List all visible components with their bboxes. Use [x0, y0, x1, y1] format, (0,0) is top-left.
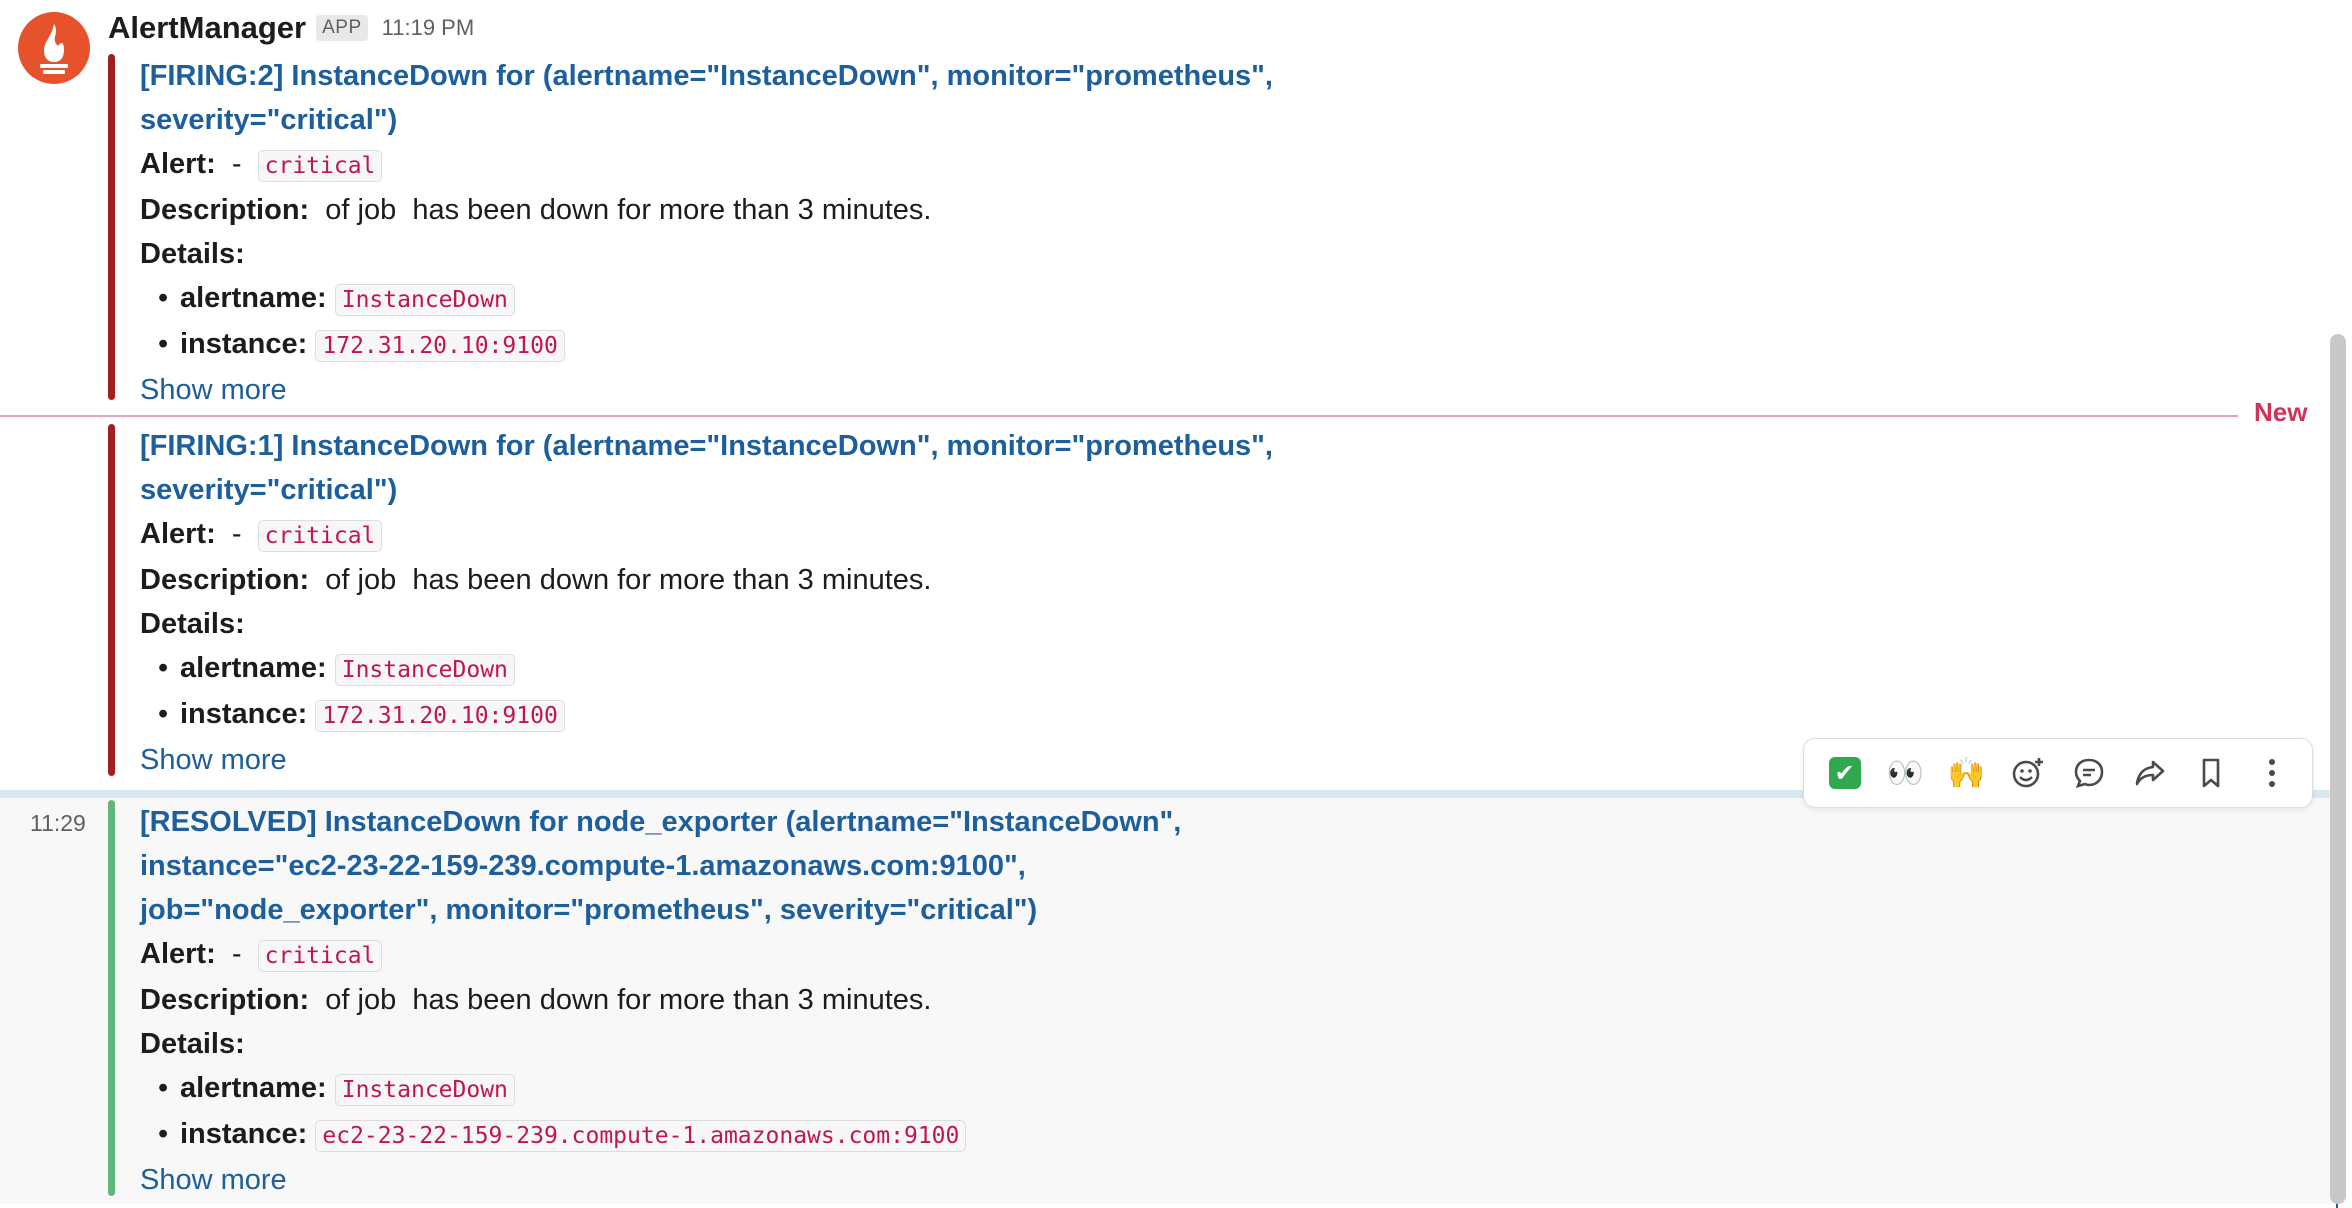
description-label: Description:	[140, 194, 310, 226]
alert-attachment-1: [FIRING:2] InstanceDown for (alertname="…	[108, 54, 1408, 406]
list-item: alertname: InstanceDown	[158, 1066, 1420, 1112]
alert-line: Alert: - critical	[140, 512, 1420, 558]
add-reaction-button[interactable]	[2004, 749, 2052, 797]
share-message-button[interactable]	[2126, 749, 2174, 797]
app-badge: APP	[316, 15, 368, 41]
reply-in-thread-icon	[2074, 758, 2103, 788]
prometheus-logo-icon	[40, 24, 68, 74]
severity-code: critical	[257, 940, 383, 972]
resolved-color-bar	[108, 800, 115, 1196]
alert-title-line: [RESOLVED] InstanceDown for node_exporte…	[140, 806, 1182, 838]
alert-title-line: [FIRING:1] InstanceDown for (alertname="…	[140, 430, 1273, 462]
detail-value-code: InstanceDown	[334, 284, 515, 316]
alert-line: Alert: - critical	[140, 142, 1420, 188]
add-reaction-icon	[2012, 758, 2043, 788]
description-text: of job has been down for more than 3 min…	[309, 194, 932, 226]
alert-title-link[interactable]: [FIRING:1] InstanceDown for (alertname="…	[140, 424, 1420, 512]
detail-value-code: 172.31.20.10:9100	[315, 700, 565, 732]
eyes-icon: 👀	[1886, 756, 1925, 790]
alert-label: Alert:	[140, 148, 216, 180]
alert-title-link[interactable]: [FIRING:2] InstanceDown for (alertname="…	[140, 54, 1420, 142]
save-for-later-button[interactable]	[2187, 749, 2235, 797]
description-text: of job has been down for more than 3 min…	[309, 984, 932, 1016]
detail-key: alertname:	[180, 282, 327, 314]
alert-title-link[interactable]: [RESOLVED] InstanceDown for node_exporte…	[140, 800, 1420, 932]
alert-title-line: [FIRING:2] InstanceDown for (alertname="…	[140, 60, 1273, 92]
details-list: alertname: InstanceDown instance: 172.31…	[140, 646, 1420, 738]
alert-separator: -	[215, 938, 258, 970]
description-text: of job has been down for more than 3 min…	[309, 564, 932, 596]
description-line: Description: of job has been down for mo…	[140, 558, 1420, 602]
alert-separator: -	[215, 518, 258, 550]
message-header: AlertManager APP 11:19 PM	[108, 8, 474, 48]
details-label: Details:	[140, 1028, 245, 1060]
bookmark-icon	[2202, 758, 2219, 788]
list-item: alertname: InstanceDown	[158, 276, 1420, 322]
alert-title-line: severity="critical")	[140, 104, 398, 136]
details-label: Details:	[140, 608, 245, 640]
detail-key: instance:	[180, 698, 308, 730]
new-messages-label: New	[2254, 397, 2308, 427]
details-list: alertname: InstanceDown instance: ec2-23…	[140, 1066, 1420, 1158]
firing-color-bar	[108, 54, 115, 400]
severity-code: critical	[257, 520, 383, 552]
alert-title-line: severity="critical")	[140, 474, 398, 506]
list-item: instance: 172.31.20.10:9100	[158, 322, 1420, 368]
message-actions-toolbar: ✔ 👀 🙌	[1803, 738, 2313, 808]
description-line: Description: of job has been down for mo…	[140, 978, 1420, 1022]
message-timestamp[interactable]: 11:29	[30, 810, 86, 837]
alertmanager-avatar[interactable]	[18, 12, 90, 84]
detail-value-code: 172.31.20.10:9100	[315, 330, 565, 362]
description-line: Description: of job has been down for mo…	[140, 188, 1420, 232]
show-more-link[interactable]: Show more	[140, 738, 1420, 782]
detail-key: alertname:	[180, 652, 327, 684]
white-check-mark-reaction-button[interactable]: ✔	[1821, 749, 1869, 797]
firing-color-bar	[108, 424, 115, 776]
detail-value-code: InstanceDown	[334, 654, 515, 686]
alert-attachment-2: [FIRING:1] InstanceDown for (alertname="…	[108, 424, 1408, 776]
message-timestamp[interactable]: 11:19 PM	[382, 15, 475, 41]
description-label: Description:	[140, 564, 310, 596]
description-label: Description:	[140, 984, 310, 1016]
eyes-reaction-button[interactable]: 👀	[1882, 749, 1930, 797]
detail-value-code: InstanceDown	[334, 1074, 515, 1106]
alert-label: Alert:	[140, 518, 216, 550]
list-item: instance: 172.31.20.10:9100	[158, 692, 1420, 738]
show-more-link[interactable]: Show more	[140, 368, 1420, 412]
detail-key: alertname:	[180, 1072, 327, 1104]
detail-value-code: ec2-23-22-159-239.compute-1.amazonaws.co…	[315, 1120, 967, 1152]
alert-title-line: instance="ec2-23-22-159-239.compute-1.am…	[140, 850, 1026, 882]
alert-separator: -	[215, 148, 258, 180]
alert-title-line: job="node_exporter", monitor="prometheus…	[140, 894, 1038, 926]
alert-line: Alert: - critical	[140, 932, 1420, 978]
new-messages-divider	[0, 415, 2238, 417]
more-actions-button[interactable]	[2248, 749, 2296, 797]
show-more-link[interactable]: Show more	[140, 1158, 1420, 1202]
list-item: instance: ec2-23-22-159-239.compute-1.am…	[158, 1112, 1420, 1158]
alert-attachment-3: [RESOLVED] InstanceDown for node_exporte…	[108, 800, 1408, 1196]
white-check-mark-icon: ✔	[1828, 757, 1861, 789]
more-actions-icon	[2268, 759, 2275, 787]
share-icon	[2135, 760, 2164, 786]
list-item: alertname: InstanceDown	[158, 646, 1420, 692]
detail-key: instance:	[180, 328, 308, 360]
reply-in-thread-button[interactable]	[2065, 749, 2113, 797]
severity-code: critical	[257, 150, 383, 182]
details-label: Details:	[140, 238, 245, 270]
alert-label: Alert:	[140, 938, 216, 970]
raised-hands-reaction-button[interactable]: 🙌	[1943, 749, 1991, 797]
sender-name[interactable]: AlertManager	[108, 10, 306, 46]
details-list: alertname: InstanceDown instance: 172.31…	[140, 276, 1420, 368]
scrollbar[interactable]	[2330, 334, 2346, 1204]
detail-key: instance:	[180, 1118, 308, 1150]
raised-hands-icon: 🙌	[1947, 756, 1986, 790]
